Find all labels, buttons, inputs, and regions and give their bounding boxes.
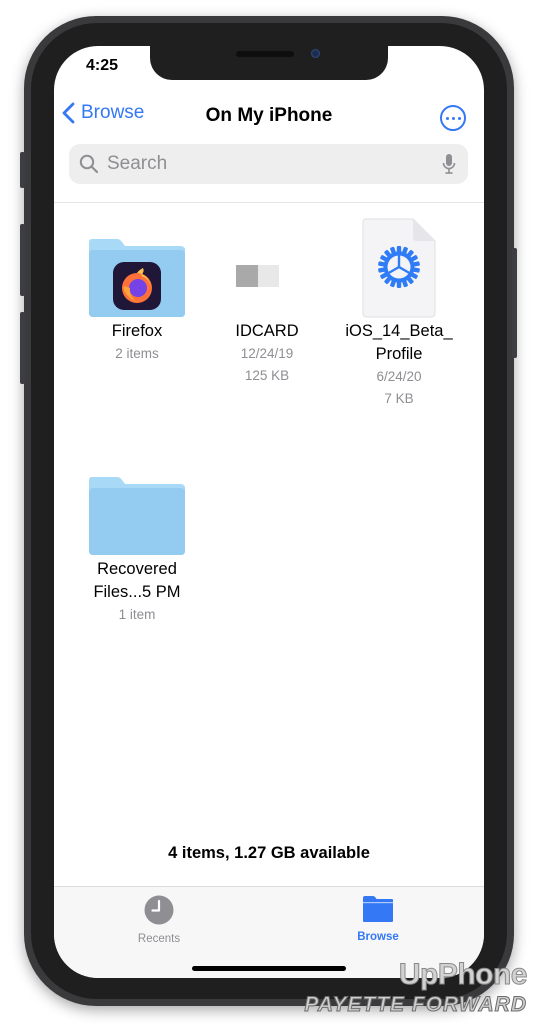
item-name: Firefox: [111, 322, 163, 340]
page-title: On My iPhone: [205, 105, 333, 126]
notch: [150, 46, 388, 80]
item-date: 6/24/20: [376, 369, 422, 384]
clock-icon: [144, 895, 174, 925]
item-name-line: iOS_14_Beta_: [345, 322, 453, 340]
power-button: [512, 248, 517, 358]
file-item-ios-profile[interactable]: iOS_14_Beta_ Profile 6/24/20 7 KB: [334, 218, 464, 410]
volume-down-button: [20, 312, 25, 384]
folder-item-firefox[interactable]: Firefox 2 items: [72, 220, 202, 365]
watermark-upphone: UpPhone: [398, 958, 528, 992]
gear-tooth: [402, 246, 408, 255]
navigation-bar: Browse On My iPhone: [54, 102, 484, 132]
front-camera: [311, 49, 320, 58]
microphone-icon[interactable]: [442, 153, 456, 175]
file-item-idcard[interactable]: IDCARD 12/24/19 125 KB: [202, 220, 332, 387]
gear-tooth: [390, 279, 396, 288]
more-options-button[interactable]: [440, 105, 466, 131]
silent-switch: [20, 152, 25, 188]
header-divider: [54, 202, 484, 203]
firefox-app-icon: [113, 262, 161, 310]
screen: 4:25 Browse On My iPhone Search Firefox …: [54, 46, 484, 978]
document-icon: [334, 218, 464, 320]
folder-item-recovered-files[interactable]: Recovered Files...5 PM 1 item: [72, 458, 202, 626]
folder-icon: [72, 458, 202, 558]
status-time: 4:25: [86, 57, 119, 74]
folder-icon: [72, 220, 202, 320]
file-thumbnail: [202, 220, 332, 320]
item-date: 12/24/19: [240, 346, 294, 361]
ellipsis-dot: [457, 116, 461, 120]
thumbnail-dark-segment: [236, 265, 258, 287]
item-size: 125 KB: [244, 368, 290, 383]
search-input[interactable]: [105, 152, 429, 176]
thumbnail-light-segment: [258, 265, 279, 287]
tab-label: Recents: [137, 933, 181, 945]
ellipsis-dot: [451, 116, 455, 120]
home-indicator[interactable]: [192, 966, 346, 971]
item-name-line: Recovered: [97, 560, 177, 578]
ellipsis-dot: [445, 116, 449, 120]
item-name: IDCARD: [235, 322, 299, 340]
item-name-line: Files...5 PM: [93, 583, 181, 601]
gear-tooth: [402, 279, 408, 288]
settings-gear-icon: [378, 246, 420, 288]
item-count: 2 items: [115, 346, 159, 361]
storage-summary: 4 items, 1.27 GB available: [168, 844, 370, 862]
gear-tooth: [396, 246, 402, 253]
item-count: 1 item: [118, 607, 156, 622]
watermark-payette-forward: PAYETTE FORWARD: [304, 993, 527, 1017]
tab-recents[interactable]: Recents: [114, 895, 204, 945]
item-size: 7 KB: [384, 391, 414, 406]
gear-tooth: [390, 246, 396, 255]
item-name-line: Profile: [375, 345, 423, 363]
speaker-grille: [236, 51, 294, 57]
folder-icon: [363, 896, 393, 922]
gear-tooth: [396, 281, 402, 288]
search-bar[interactable]: [69, 144, 468, 184]
volume-up-button: [20, 224, 25, 296]
search-icon: [79, 154, 99, 174]
tab-label: Browse: [357, 931, 399, 943]
tab-browse[interactable]: Browse: [333, 895, 423, 943]
